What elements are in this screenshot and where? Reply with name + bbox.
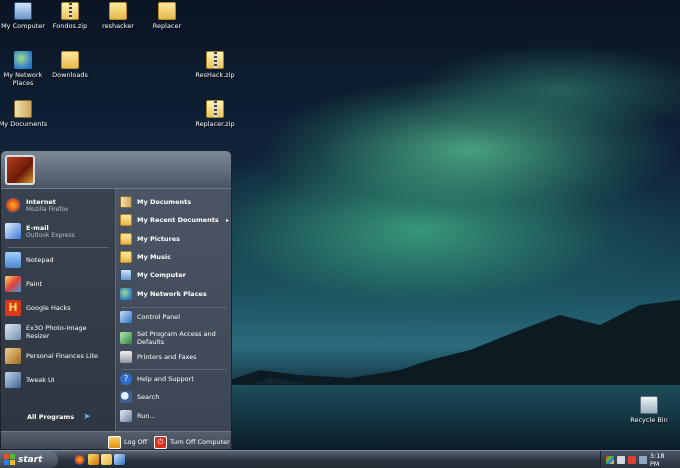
desktop-icon-replacer[interactable]: Replacer — [141, 2, 193, 30]
my-computer-icon — [120, 269, 132, 281]
outlook-express-icon — [5, 223, 21, 239]
desktop-icon-reshack-zip[interactable]: ResHack.zip — [189, 51, 241, 79]
recent-item-google-hacks[interactable]: H Google Hacks — [5, 298, 111, 318]
quicklaunch-media-icon[interactable] — [88, 454, 99, 465]
place-my-recent-documents[interactable]: My Recent Documents ▸ — [120, 210, 229, 230]
firefox-icon — [5, 197, 21, 213]
place-my-pictures[interactable]: My Pictures — [120, 229, 229, 249]
turn-off-computer-button[interactable]: ⏻ Turn Off Computer — [154, 435, 230, 449]
desktop-icon-reshacker[interactable]: reshacker — [92, 2, 144, 30]
log-off-button[interactable]: Log Off — [108, 435, 147, 449]
all-programs-button[interactable]: All Programs ➤ — [27, 407, 111, 427]
pinned-item-email[interactable]: E-mail Outlook Express — [5, 219, 111, 243]
separator — [7, 247, 109, 248]
notepad-icon — [5, 252, 21, 268]
recent-documents-icon — [120, 214, 132, 226]
start-button[interactable]: start — [0, 451, 58, 468]
zip-folder-icon — [206, 100, 224, 118]
clock[interactable]: 3:18 PM — [650, 452, 676, 468]
my-documents-icon — [14, 100, 32, 118]
image-resizer-icon — [5, 324, 21, 340]
desktop-icon-replacer-zip[interactable]: Replacer.zip — [189, 100, 241, 128]
quicklaunch-firefox-icon[interactable] — [74, 454, 85, 465]
folder-icon — [109, 2, 127, 20]
tray-security-icon[interactable] — [627, 455, 636, 464]
desktop-icon-my-network-places[interactable]: My Network Places — [0, 51, 49, 87]
run-icon — [120, 410, 132, 422]
folder-icon — [158, 2, 176, 20]
my-documents-icon — [120, 196, 132, 208]
recent-item-personal-finances[interactable]: Personal Finances Lite — [5, 346, 111, 366]
power-icon: ⏻ — [154, 435, 167, 449]
desktop-icon-downloads[interactable]: Downloads — [44, 51, 96, 79]
search-icon — [120, 391, 132, 403]
program-access-icon — [120, 332, 132, 344]
settings-program-access[interactable]: Set Program Access and Defaults — [120, 327, 229, 349]
all-programs-arrow-icon: ➤ — [83, 412, 91, 422]
printer-icon — [120, 351, 132, 363]
help-icon: ? — [120, 373, 132, 385]
desktop-icon-my-computer[interactable]: My Computer — [0, 2, 49, 30]
network-places-icon — [120, 288, 132, 300]
zip-folder-icon — [206, 51, 224, 69]
avatar[interactable] — [5, 155, 35, 185]
taskbar: start 3:18 PM — [0, 450, 680, 468]
tray-volume-icon[interactable] — [638, 455, 647, 464]
start-menu-places: My Documents My Recent Documents ▸ My Pi… — [115, 189, 231, 431]
start-menu: Internet Mozilla Firefox E-mail Outlook … — [0, 150, 232, 450]
tool-run[interactable]: Run... — [120, 406, 229, 426]
place-my-computer[interactable]: My Computer — [120, 265, 229, 285]
start-menu-footer: Log Off ⏻ Turn Off Computer — [1, 431, 231, 449]
system-tray: 3:18 PM — [600, 451, 680, 468]
paint-icon — [5, 276, 21, 292]
log-off-icon — [108, 435, 121, 449]
lake-reflection — [230, 385, 680, 450]
place-my-documents[interactable]: My Documents — [120, 192, 229, 212]
tray-windows-icon[interactable] — [606, 455, 614, 464]
recent-item-notepad[interactable]: Notepad — [5, 250, 111, 270]
recent-item-tweak-ui[interactable]: Tweak UI — [5, 370, 111, 390]
pinned-item-internet[interactable]: Internet Mozilla Firefox — [5, 193, 111, 217]
finances-icon — [5, 348, 21, 364]
place-my-network-places[interactable]: My Network Places — [120, 284, 229, 304]
tray-network-icon[interactable] — [616, 455, 625, 464]
network-places-icon — [14, 51, 32, 69]
start-menu-header — [1, 151, 231, 189]
my-pictures-icon — [120, 233, 132, 245]
place-my-music[interactable]: My Music — [120, 247, 229, 267]
desktop-icon-my-documents[interactable]: My Documents — [0, 100, 49, 128]
tool-search[interactable]: Search — [120, 387, 229, 407]
recycle-bin-icon — [640, 396, 658, 414]
chevron-right-icon: ▸ — [225, 216, 229, 224]
windows-logo-icon — [4, 454, 15, 465]
my-computer-icon — [14, 2, 32, 20]
tool-help-support[interactable]: ? Help and Support — [120, 369, 229, 389]
recent-item-paint[interactable]: Paint — [5, 274, 111, 294]
google-hacks-icon: H — [5, 300, 21, 316]
tweak-ui-icon — [5, 372, 21, 388]
recent-item-image-resizer[interactable]: Ex3O Photo-Image Resizer — [5, 322, 111, 342]
desktop-icon-fondos-zip[interactable]: Fondos.zip — [44, 2, 96, 30]
desktop-icon-recycle-bin[interactable]: Recycle Bin — [623, 396, 675, 424]
quicklaunch-folder-icon[interactable] — [101, 454, 112, 465]
control-panel-icon — [120, 311, 132, 323]
start-menu-programs: Internet Mozilla Firefox E-mail Outlook … — [1, 189, 115, 431]
folder-icon — [61, 51, 79, 69]
my-music-icon — [120, 251, 132, 263]
zip-folder-icon — [61, 2, 79, 20]
quicklaunch-desktop-icon[interactable] — [114, 454, 125, 465]
settings-printers-faxes[interactable]: Printers and Faxes — [120, 347, 229, 367]
settings-control-panel[interactable]: Control Panel — [120, 307, 229, 327]
